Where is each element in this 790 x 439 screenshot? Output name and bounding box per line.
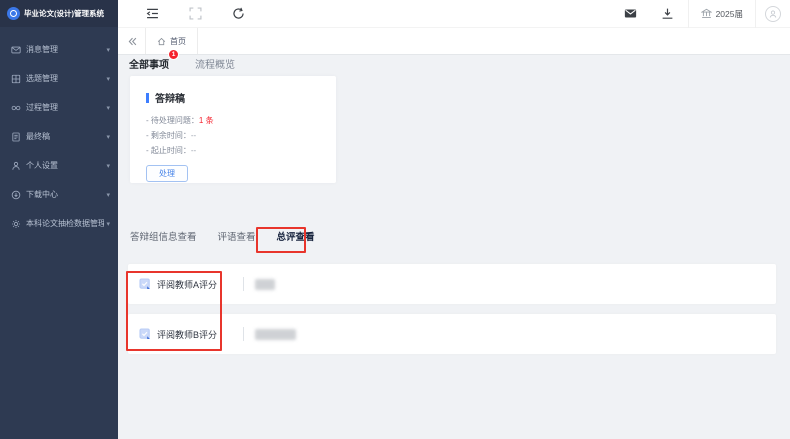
- card-details: - 待处理问题：1 条 - 剩余时间：-- - 起止时间：--: [146, 113, 336, 158]
- user-icon: [11, 161, 21, 171]
- score-doc-icon: [139, 328, 151, 340]
- chevron-down-icon: ▾: [106, 220, 110, 228]
- detail-value: --: [191, 131, 196, 140]
- sidebar-item-download-center[interactable]: 下载中心 ▾: [0, 180, 118, 209]
- redacted-score-value: [255, 279, 275, 290]
- topbar-right: 2025届: [624, 0, 790, 27]
- score-row-teacher-b: 评阅教师B评分: [128, 314, 776, 354]
- detail-value: 1 条: [199, 116, 214, 125]
- tab-comments-view[interactable]: 评语查看: [218, 229, 256, 243]
- score-row-label: 评阅教师B评分: [157, 328, 227, 341]
- home-tabs: 全部事项 1 流程概览: [129, 56, 235, 71]
- handle-button[interactable]: 处理: [146, 165, 188, 182]
- gear-icon: [11, 219, 21, 229]
- card-title-row: 答辩稿: [146, 90, 336, 105]
- download-icon[interactable]: [661, 7, 674, 20]
- detail-label: - 起止时间：: [146, 146, 191, 155]
- score-doc-icon: [139, 278, 151, 290]
- app-logo-icon: [7, 7, 20, 20]
- tab-all-items[interactable]: 全部事项 1: [129, 56, 169, 71]
- sidebar-item-messages[interactable]: 消息管理 ▾: [0, 35, 118, 64]
- year-selector-label: 2025届: [716, 8, 743, 20]
- detail-value: --: [191, 146, 196, 155]
- redacted-score-value: [255, 329, 296, 340]
- breadcrumb-bar: 首页: [118, 28, 790, 55]
- sidebar-item-thesis-sampling-data[interactable]: 本科论文抽检数据管理 ▾: [0, 209, 118, 238]
- detail-time-range: - 起止时间：--: [146, 143, 336, 158]
- tab-defense-group-info[interactable]: 答辩组信息查看: [130, 229, 197, 243]
- chevron-down-icon: ▾: [106, 191, 110, 199]
- sidebar-item-label: 消息管理: [26, 44, 104, 55]
- topbar-left: [118, 7, 245, 20]
- sidebar-item-process[interactable]: 过程管理 ▾: [0, 93, 118, 122]
- detail-label: - 待处理问题：: [146, 116, 199, 125]
- title-accent-bar: [146, 93, 149, 103]
- detail-label: - 剩余时间：: [146, 131, 191, 140]
- app-logo-bar: 毕业论文(设计)管理系统: [0, 0, 118, 27]
- download-circle-icon: [11, 190, 21, 200]
- chevron-down-icon: ▾: [106, 46, 110, 54]
- topbar: 2025届: [118, 0, 790, 28]
- defense-draft-card: 答辩稿 - 待处理问题：1 条 - 剩余时间：-- - 起止时间：-- 处理: [130, 76, 336, 183]
- year-selector[interactable]: 2025届: [689, 8, 755, 20]
- sidebar-item-topics[interactable]: 选题管理 ▾: [0, 64, 118, 93]
- chevron-down-icon: ▾: [106, 104, 110, 112]
- app-window: 毕业论文(设计)管理系统 消息管理 ▾ 选题管理 ▾: [0, 0, 790, 439]
- score-row-label: 评阅教师A评分: [157, 278, 227, 291]
- sidebar-item-personal-settings[interactable]: 个人设置 ▾: [0, 151, 118, 180]
- chevron-down-icon: ▾: [106, 133, 110, 141]
- home-icon: [157, 37, 166, 46]
- review-tabs: 答辩组信息查看 评语查看 总评查看: [130, 229, 336, 243]
- refresh-icon[interactable]: [232, 7, 245, 20]
- sidebar-item-label: 过程管理: [26, 102, 104, 113]
- process-icon: [11, 103, 21, 113]
- main-content: 全部事项 1 流程概览 答辩稿 - 待处理问题：1 条 - 剩余时间：-- - …: [118, 55, 790, 439]
- envelope-icon: [11, 45, 21, 55]
- app-title: 毕业论文(设计)管理系统: [24, 8, 104, 19]
- sidebar-item-label: 下载中心: [26, 189, 104, 200]
- sidebar-item-label: 最终稿: [26, 131, 104, 142]
- user-avatar-icon[interactable]: [765, 6, 781, 22]
- sidebar-item-label: 本科论文抽检数据管理: [26, 218, 104, 229]
- card-title: 答辩稿: [155, 90, 185, 105]
- chevron-down-icon: ▾: [106, 162, 110, 170]
- document-icon: [11, 132, 21, 142]
- row-divider: [243, 327, 244, 341]
- sidebar-item-label: 选题管理: [26, 73, 104, 84]
- notification-badge: 1: [168, 49, 179, 60]
- sidebar-menu: 消息管理 ▾ 选题管理 ▾ 过程管理 ▾: [0, 27, 118, 238]
- tab-process-overview[interactable]: 流程概览: [195, 56, 235, 71]
- collapse-menu-icon[interactable]: [146, 7, 159, 20]
- tab-home-label: 首页: [170, 36, 186, 47]
- sidebar: 毕业论文(设计)管理系统 消息管理 ▾ 选题管理 ▾: [0, 0, 118, 439]
- sidebar-item-label: 个人设置: [26, 160, 104, 171]
- school-icon: [701, 8, 712, 19]
- topbar-divider: [755, 0, 756, 28]
- chevron-down-icon: ▾: [106, 75, 110, 83]
- fullscreen-icon[interactable]: [189, 7, 202, 20]
- tab-all-items-label: 全部事项: [129, 60, 169, 71]
- row-divider: [243, 277, 244, 291]
- detail-pending-issues: - 待处理问题：1 条: [146, 113, 336, 128]
- double-chevron-left-icon[interactable]: [128, 37, 137, 46]
- tab-overall-score-view[interactable]: 总评查看: [277, 229, 315, 243]
- detail-remaining-time: - 剩余时间：--: [146, 128, 336, 143]
- score-row-teacher-a: 评阅教师A评分: [128, 264, 776, 304]
- topics-icon: [11, 74, 21, 84]
- sidebar-item-final-draft[interactable]: 最终稿 ▾: [0, 122, 118, 151]
- mail-icon[interactable]: [624, 7, 637, 20]
